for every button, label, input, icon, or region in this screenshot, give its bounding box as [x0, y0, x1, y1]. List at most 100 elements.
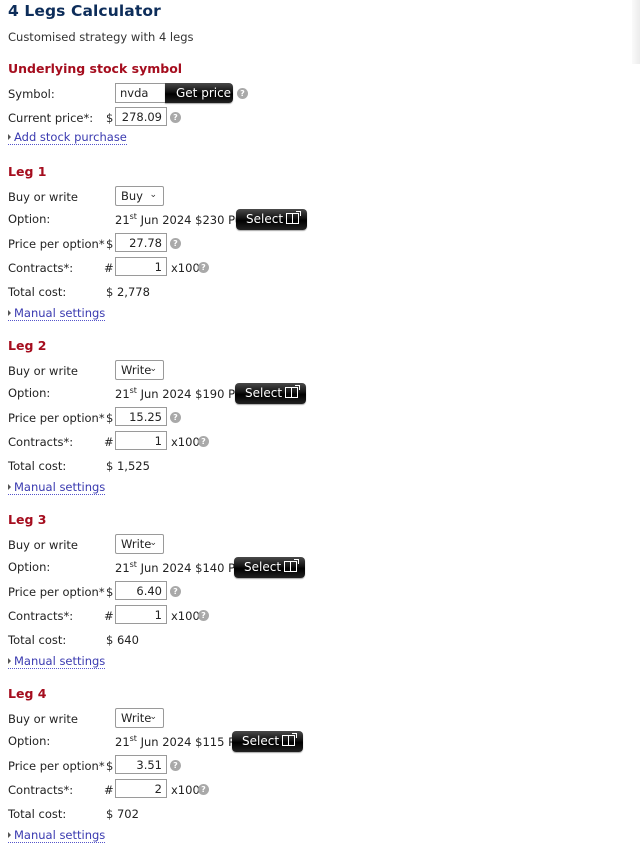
current-price-label: Current price*: — [8, 111, 94, 125]
option-chain-icon — [284, 559, 299, 572]
total-cost-label: Total cost: — [8, 285, 67, 299]
buy-or-write-label: Buy or write — [8, 538, 78, 552]
contract-multiplier: x100 — [171, 609, 200, 623]
manual-settings-link[interactable]: Manual settings — [8, 655, 106, 669]
scrollbar[interactable] — [632, 0, 640, 64]
hash-symbol: # — [104, 261, 114, 275]
select-label: Select — [246, 212, 284, 226]
price-per-option-input[interactable] — [115, 407, 167, 426]
select-option-button[interactable]: Select — [232, 731, 303, 752]
price-per-option-row: Price per option* $ ? — [8, 233, 608, 255]
option-label: Option: — [8, 386, 51, 400]
expand-triangle-icon — [8, 484, 11, 490]
buy-or-write-select[interactable]: Buy ⌄ — [115, 186, 164, 206]
price-per-option-label: Price per option* — [8, 759, 105, 773]
currency-symbol: $ — [106, 111, 114, 125]
add-stock-purchase-label: Add stock purchase — [14, 130, 127, 144]
manual-settings-link[interactable]: Manual settings — [8, 829, 106, 843]
buy-or-write-select[interactable]: Write ⌄ — [115, 360, 164, 380]
manual-settings-label: Manual settings — [14, 306, 106, 320]
help-icon[interactable]: ? — [198, 610, 209, 621]
contracts-row: Contracts*: # x100 ? — [8, 431, 608, 453]
help-icon[interactable]: ? — [170, 112, 181, 123]
contracts-row: Contracts*: # x100 ? — [8, 779, 608, 801]
help-icon[interactable]: ? — [198, 784, 209, 795]
buy-or-write-value: Write — [121, 363, 152, 377]
buy-or-write-label: Buy or write — [8, 190, 78, 204]
page-title: 4 Legs Calculator — [8, 2, 161, 20]
buy-or-write-value: Buy — [121, 189, 143, 203]
buy-or-write-value: Write — [121, 711, 152, 725]
expand-triangle-icon — [8, 134, 11, 140]
hash-symbol: # — [104, 435, 114, 449]
select-label: Select — [245, 386, 283, 400]
manual-settings-label: Manual settings — [14, 480, 106, 494]
price-per-option-row: Price per option* $ ? — [8, 407, 608, 429]
buy-or-write-select[interactable]: Write ⌄ — [115, 708, 164, 728]
option-row: Option: 21st Jun 2024 $140 Put Select — [8, 557, 608, 580]
currency-symbol: $ — [106, 585, 114, 599]
chevron-down-icon: ⌄ — [149, 364, 157, 374]
total-cost-label: Total cost: — [8, 807, 67, 821]
underlying-section-title: Underlying stock symbol — [8, 61, 183, 76]
select-option-button[interactable]: Select — [235, 383, 306, 404]
contracts-label: Contracts*: — [8, 261, 74, 275]
option-ordinal: st — [129, 560, 137, 569]
total-cost-value: $ 702 — [106, 807, 139, 821]
select-option-button[interactable]: Select — [234, 557, 305, 578]
contracts-row: Contracts*: # x100 ? — [8, 257, 608, 279]
price-per-option-label: Price per option* — [8, 411, 105, 425]
price-per-option-input[interactable] — [115, 233, 167, 252]
buy-or-write-row: Buy or write Write ⌄ — [8, 708, 608, 730]
contract-multiplier: x100 — [171, 435, 200, 449]
total-cost-label: Total cost: — [8, 459, 67, 473]
buy-or-write-value: Write — [121, 537, 152, 551]
page-subtitle: Customised strategy with 4 legs — [8, 30, 194, 44]
leg-title: Leg 3 — [8, 512, 47, 527]
option-label: Option: — [8, 212, 51, 226]
buy-or-write-row: Buy or write Write ⌄ — [8, 360, 608, 382]
option-detail: Jun 2024 $230 Put — [136, 213, 247, 227]
contracts-input[interactable] — [115, 257, 167, 276]
help-icon[interactable]: ? — [198, 262, 209, 273]
symbol-row: Symbol: Get price ? — [8, 83, 608, 105]
help-icon[interactable]: ? — [170, 586, 181, 597]
get-price-button[interactable]: Get price — [165, 83, 233, 103]
total-cost-row: Total cost: $ 702 — [8, 803, 608, 825]
help-icon[interactable]: ? — [170, 412, 181, 423]
option-description: 21st Jun 2024 $230 Put — [115, 213, 247, 228]
contracts-input[interactable] — [115, 779, 167, 798]
option-chain-icon — [285, 385, 300, 398]
select-option-button[interactable]: Select — [236, 209, 307, 230]
currency-symbol: $ — [106, 237, 114, 251]
option-detail: Jun 2024 $140 Put — [136, 561, 247, 575]
total-cost-label: Total cost: — [8, 633, 67, 647]
price-per-option-input[interactable] — [115, 581, 167, 600]
help-icon[interactable]: ? — [170, 238, 181, 249]
manual-settings-link[interactable]: Manual settings — [8, 306, 106, 321]
help-icon[interactable]: ? — [198, 436, 209, 447]
contract-multiplier: x100 — [171, 783, 200, 797]
price-per-option-input[interactable] — [115, 755, 167, 774]
current-price-input[interactable] — [115, 107, 167, 126]
add-stock-purchase-link[interactable]: Add stock purchase — [8, 131, 127, 145]
option-day: 21 — [115, 387, 130, 401]
option-description: 21st Jun 2024 $140 Put — [115, 560, 247, 576]
price-per-option-label: Price per option* — [8, 585, 105, 599]
option-row: Option: 21st Jun 2024 $115 Put Select — [8, 731, 608, 754]
option-row: Option: 21st Jun 2024 $190 Put Select — [8, 383, 608, 406]
chevron-down-icon: ⌄ — [149, 538, 157, 548]
option-label: Option: — [8, 734, 51, 748]
help-icon[interactable]: ? — [170, 760, 181, 771]
help-icon[interactable]: ? — [237, 88, 248, 99]
currency-symbol: $ — [106, 759, 114, 773]
manual-settings-link[interactable]: Manual settings — [8, 480, 106, 495]
buy-or-write-select[interactable]: Write ⌄ — [115, 534, 164, 554]
contracts-input[interactable] — [115, 605, 167, 624]
hash-symbol: # — [104, 783, 114, 797]
contracts-input[interactable] — [115, 431, 167, 450]
expand-triangle-icon — [8, 832, 11, 838]
total-cost-row: Total cost: $ 1,525 — [8, 455, 608, 477]
option-description: 21st Jun 2024 $115 Put — [115, 735, 247, 750]
contracts-label: Contracts*: — [8, 783, 74, 797]
